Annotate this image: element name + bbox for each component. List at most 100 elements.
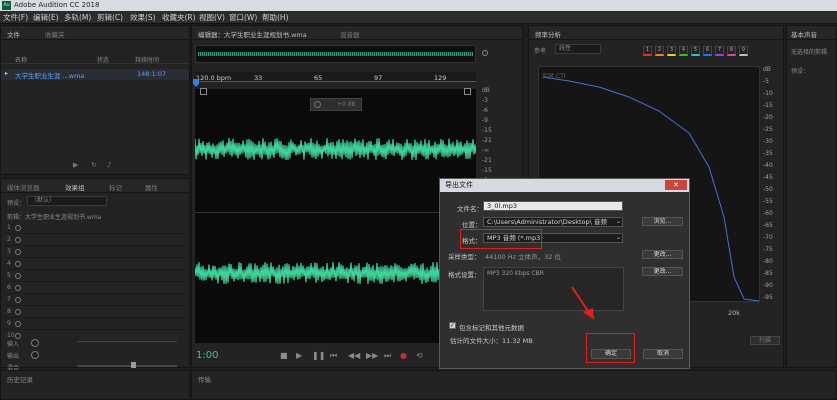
tab-properties[interactable]: 属性	[145, 182, 158, 192]
tab-media-browser[interactable]: 媒体浏览器	[7, 182, 40, 192]
hud-volume[interactable]: +0 dB	[310, 98, 362, 111]
rewind-start-icon[interactable]: ⏮	[330, 351, 337, 361]
marker-swatch[interactable]: 7	[715, 46, 724, 56]
power-icon[interactable]	[15, 273, 21, 279]
format-dropdown-icon[interactable]: ⌄	[616, 234, 621, 241]
menu-help[interactable]: 帮助(H)	[262, 13, 289, 22]
spectrum-db-tick: -80	[763, 258, 773, 265]
expand-arrow-icon[interactable]: ▸	[5, 70, 8, 77]
bpm-label: 120.0 bpm	[196, 74, 232, 82]
marker-swatch[interactable]: 5	[691, 46, 700, 56]
marker-swatch[interactable]: 2	[655, 46, 664, 56]
menu-favorites[interactable]: 收藏夹(R)	[162, 13, 196, 22]
spectrum-db-tick: -45	[763, 174, 773, 181]
effect-slot[interactable]: 9	[4, 319, 187, 330]
skip-end-icon[interactable]: ⏭	[384, 351, 391, 361]
volume-knob-icon[interactable]	[314, 101, 321, 108]
menu-window[interactable]: 窗口(W)	[229, 13, 257, 22]
location-dropdown-icon[interactable]: ⌄	[616, 218, 621, 225]
tab-files[interactable]: 文件	[7, 29, 20, 39]
marker-swatch[interactable]: 1	[643, 46, 652, 56]
spectrum-db-tick: -65	[763, 222, 773, 229]
tab-history[interactable]: 历史记录	[7, 374, 33, 384]
include-markers-checkbox[interactable]: ✓	[449, 322, 456, 329]
effect-slot[interactable]: 6	[4, 283, 187, 294]
menu-effects[interactable]: 效果(S)	[130, 13, 156, 22]
autoplay-icon[interactable]: ♪	[107, 161, 111, 169]
input-knob[interactable]	[31, 339, 39, 347]
menu-multitrack[interactable]: 多轨(M)	[64, 13, 91, 22]
scale-select[interactable]: 线性	[555, 44, 601, 54]
input-label: 输入	[7, 341, 20, 348]
level-meter	[77, 341, 177, 342]
effect-slot[interactable]: 4	[4, 259, 187, 270]
play-icon[interactable]: ▶	[73, 161, 78, 169]
scan-button[interactable]: 扫描	[750, 336, 780, 345]
power-icon[interactable]	[15, 297, 21, 303]
marker-swatch[interactable]: 6	[703, 46, 712, 56]
menu-file[interactable]: 文件(F)	[3, 13, 28, 22]
fade-out-handle-icon[interactable]	[464, 88, 471, 95]
loop-icon[interactable]: ↻	[91, 161, 97, 169]
location-select[interactable]: C:\Users\Administrator\Desktop\ 音频	[483, 217, 623, 227]
stop-icon[interactable]: ■	[280, 351, 288, 360]
effect-slot[interactable]: 8	[4, 307, 187, 318]
spectrum-db-tick: -5	[763, 78, 769, 85]
effect-slot[interactable]: 7	[4, 295, 187, 306]
effect-slot[interactable]: 2	[4, 235, 187, 246]
power-icon[interactable]	[15, 261, 21, 267]
power-icon[interactable]	[15, 285, 21, 291]
dialog-close-icon[interactable]: ✕	[665, 180, 687, 190]
browse-button[interactable]: 浏览...	[642, 217, 683, 226]
pause-icon[interactable]: ❚❚	[312, 351, 325, 360]
power-icon[interactable]	[15, 225, 21, 231]
effect-slot[interactable]: 3	[4, 247, 187, 258]
col-name[interactable]: 名称	[15, 55, 27, 64]
col-status[interactable]: 状态	[97, 55, 109, 64]
tab-favorites[interactable]: 收藏夹	[45, 29, 65, 39]
marker-swatch[interactable]: 8	[727, 46, 736, 56]
marker-swatch[interactable]: 9	[739, 46, 748, 56]
fade-in-handle-icon[interactable]	[200, 88, 207, 95]
zoom-icon[interactable]	[481, 48, 489, 60]
fast-forward-icon[interactable]: ▶▶	[366, 351, 378, 360]
tab-transport[interactable]: 传输	[198, 374, 211, 384]
filename-input[interactable]: 3_0l.mp3	[483, 201, 623, 211]
effect-slot[interactable]: 1	[4, 223, 187, 234]
file-row[interactable]: ▸ 大学生职业生涯 ...wma 148:1:07	[1, 69, 189, 80]
effect-slot[interactable]: 5	[4, 271, 187, 282]
tab-effects-rack[interactable]: 效果组	[65, 182, 85, 192]
tab-frequency-analysis[interactable]: 频率分析	[535, 29, 561, 39]
power-icon[interactable]	[15, 321, 21, 327]
tab-essential-sound[interactable]: 基本声音	[791, 29, 817, 39]
loop-playback-icon[interactable]: ⟲	[416, 351, 423, 360]
marker-swatch[interactable]: 4	[679, 46, 688, 56]
power-icon[interactable]	[15, 309, 21, 315]
preset-select[interactable]: （默认）	[27, 196, 107, 206]
waveform-area[interactable]	[195, 89, 476, 343]
overview-bar[interactable]	[195, 45, 476, 63]
tab-editor[interactable]: 编辑器：大学生职业生涯规划书.wma	[198, 29, 307, 39]
tab-mixer[interactable]: 混音器	[340, 29, 360, 39]
record-icon[interactable]: ●	[400, 351, 407, 360]
power-icon[interactable]	[15, 237, 21, 243]
menu-clip[interactable]: 剪辑(C)	[97, 13, 123, 22]
rewind-icon[interactable]: ◀◀	[348, 351, 360, 360]
col-duration[interactable]: 持续时间	[135, 55, 159, 64]
menu-edit[interactable]: 编辑(E)	[33, 13, 59, 22]
bottom-panel: 传输	[191, 370, 837, 400]
marker-swatch[interactable]: 3	[667, 46, 676, 56]
annotation-arrow-icon	[571, 286, 594, 320]
mix-slider-thumb[interactable]	[131, 362, 136, 368]
power-icon[interactable]	[15, 249, 21, 255]
freq-label: 20k	[728, 309, 741, 317]
output-knob[interactable]	[31, 351, 39, 359]
change-sample-type-button[interactable]: 更改...	[642, 250, 683, 259]
mix-slider[interactable]	[77, 365, 177, 367]
tab-markers[interactable]: 标记	[109, 182, 122, 192]
play-button-icon[interactable]: ▶	[296, 351, 302, 360]
db-tick: -9	[482, 117, 488, 124]
cancel-button[interactable]: 取消	[643, 349, 683, 359]
menu-view[interactable]: 视图(V)	[199, 13, 225, 22]
change-format-settings-button[interactable]: 更改...	[642, 267, 683, 276]
